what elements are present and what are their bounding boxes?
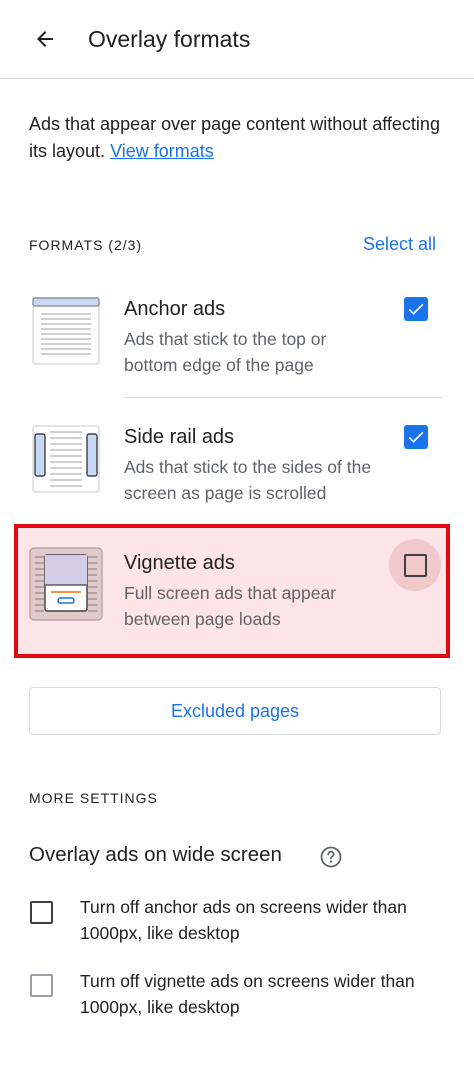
page-title: Overlay formats bbox=[88, 26, 251, 52]
checkbox-checked-icon bbox=[404, 425, 428, 449]
intro-description: Ads that appear over page content withou… bbox=[29, 114, 440, 161]
option-label: Turn off anchor ads on screens wider tha… bbox=[80, 897, 407, 943]
checkbox-unchecked-icon bbox=[29, 973, 53, 997]
checkbox-checked-icon bbox=[404, 297, 428, 321]
format-item-anchor-ads[interactable]: Anchor ads Ads that stick to the top or … bbox=[0, 296, 474, 424]
app-bar: Overlay formats bbox=[0, 0, 474, 79]
help-circle-icon[interactable] bbox=[319, 845, 343, 869]
turn-off-vignette-checkbox[interactable] bbox=[15, 959, 67, 1011]
more-settings-label: MORE SETTINGS bbox=[29, 790, 158, 806]
format-name: Vignette ads bbox=[124, 552, 235, 574]
intro-text: Ads that appear over page content withou… bbox=[29, 111, 449, 165]
format-description: Ads that stick to the sides of the scree… bbox=[124, 457, 372, 503]
formats-section-label: FORMATS (2/3) bbox=[29, 237, 143, 253]
anchor-ads-checkbox[interactable] bbox=[390, 283, 442, 335]
vignette-ads-thumbnail-icon bbox=[29, 547, 103, 621]
option-row-anchor[interactable]: Turn off anchor ads on screens wider tha… bbox=[0, 894, 474, 954]
turn-off-anchor-checkbox[interactable] bbox=[15, 886, 67, 938]
option-label: Turn off vignette ads on screens wider t… bbox=[80, 971, 415, 1017]
format-name: Anchor ads bbox=[124, 298, 226, 320]
view-formats-link[interactable]: View formats bbox=[110, 141, 214, 161]
checkbox-unchecked-icon bbox=[29, 900, 53, 924]
excluded-pages-button[interactable]: Excluded pages bbox=[29, 687, 441, 735]
option-row-vignette[interactable]: Turn off vignette ads on screens wider t… bbox=[0, 968, 474, 1028]
side-rail-ads-checkbox[interactable] bbox=[390, 411, 442, 463]
anchor-ads-thumbnail-icon bbox=[32, 297, 100, 365]
vignette-ads-checkbox[interactable] bbox=[389, 539, 441, 591]
side-rail-ads-thumbnail-icon bbox=[32, 425, 100, 493]
checkbox-unchecked-icon bbox=[403, 553, 427, 577]
format-description: Full screen ads that appear between page… bbox=[124, 583, 337, 629]
arrow-back-icon bbox=[37, 31, 53, 47]
back-button[interactable] bbox=[26, 20, 64, 58]
select-all-button[interactable]: Select all bbox=[363, 234, 436, 255]
format-item-vignette-ads[interactable]: Vignette ads Full screen ads that appear… bbox=[0, 539, 474, 678]
format-description: Ads that stick to the top or bottom edge… bbox=[124, 329, 327, 375]
divider bbox=[124, 397, 442, 398]
wide-screen-heading: Overlay ads on wide screen bbox=[29, 843, 282, 866]
format-name: Side rail ads bbox=[124, 426, 235, 448]
